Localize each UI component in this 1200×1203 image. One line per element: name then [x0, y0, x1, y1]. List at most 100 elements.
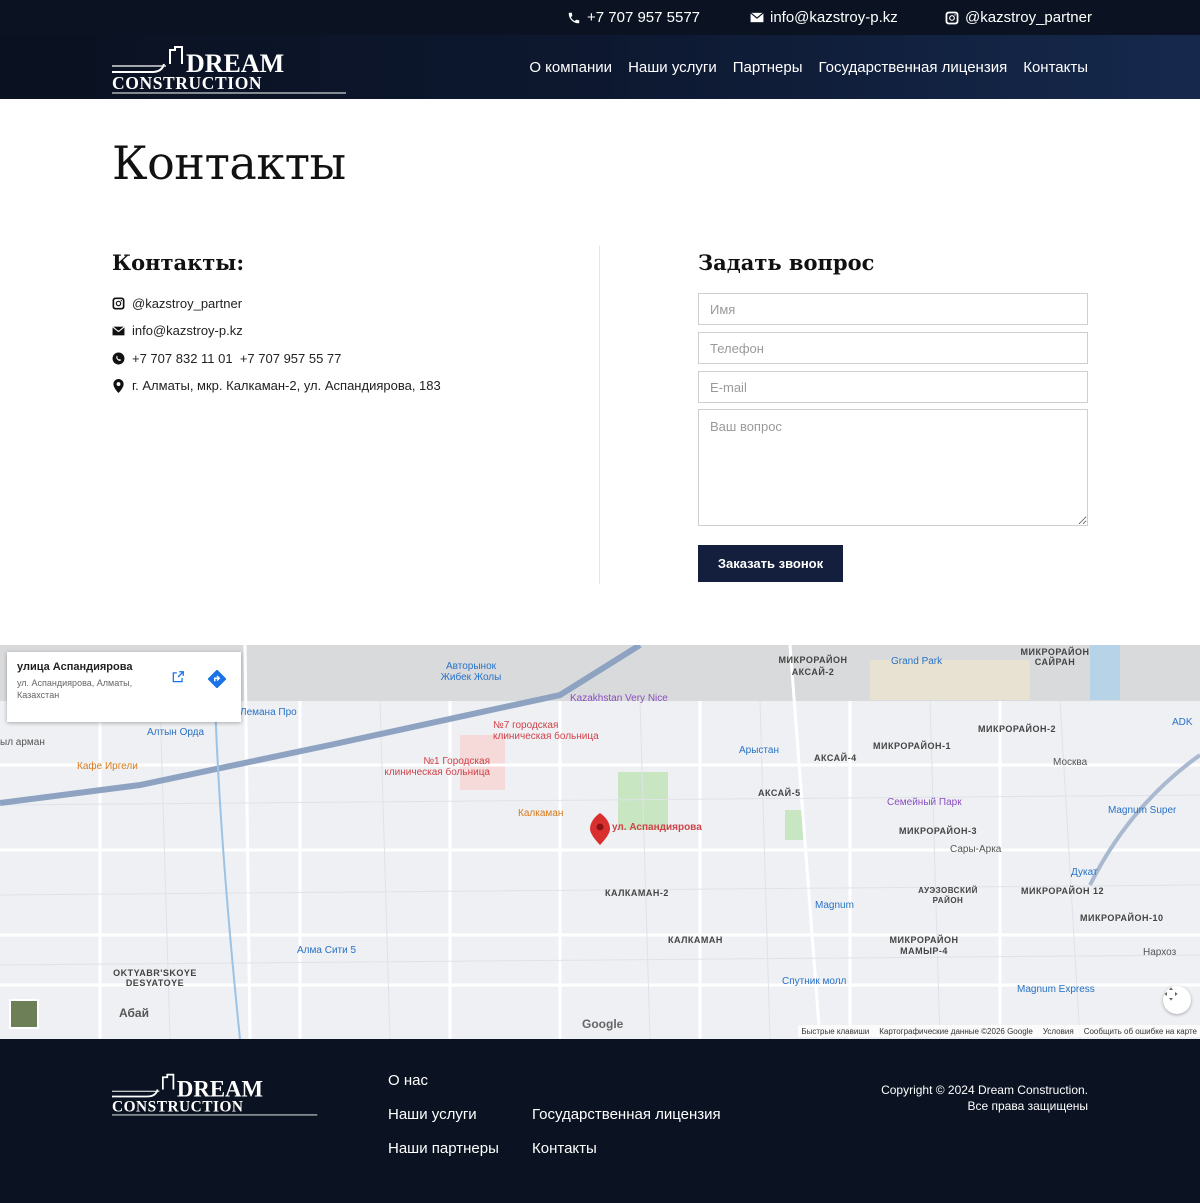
topbar-phone[interactable]: +7 707 957 5577	[566, 0, 700, 35]
name-input[interactable]	[698, 293, 1088, 325]
map-label: Magnum Super	[1108, 805, 1177, 816]
map-label: МИКРОРАЙОН 12	[1021, 886, 1105, 896]
footer-link-license[interactable]: Государственная лицензия	[532, 1106, 721, 1123]
phone-input[interactable]	[698, 332, 1088, 364]
logo-text-construction: CONSTRUCTION	[112, 73, 262, 93]
map-label: АКСАЙ-5	[758, 788, 801, 798]
column-divider	[599, 246, 600, 584]
topbar-phone-text: +7 707 957 5577	[587, 9, 701, 26]
map-pin-label: ул. Аспандиярова	[612, 822, 702, 833]
question-textarea[interactable]	[698, 409, 1088, 526]
map-label: АКСАЙ-4	[814, 753, 857, 763]
map-label: ADK	[1172, 717, 1193, 728]
contact-instagram-text: @kazstroy_partner	[132, 296, 243, 312]
map-label: Лемана Про	[240, 707, 297, 718]
footer-logo[interactable]: DREAM CONSTRUCTION	[112, 1070, 319, 1116]
question-form-heading: Задать вопрос	[698, 250, 875, 275]
nav-license[interactable]: Государственная лицензия	[819, 59, 1008, 76]
contact-email[interactable]: info@kazstroy-p.kz	[112, 317, 441, 344]
footer-link-about[interactable]: О нас	[388, 1072, 428, 1089]
map-label: Kazakhstan Very Nice	[570, 693, 668, 704]
contact-phones[interactable]: +7 707 832 11 01 +7 707 957 55 77	[112, 345, 441, 372]
main-nav: О компании Наши услуги Партнеры Государс…	[529, 35, 1088, 99]
footer-link-contacts[interactable]: Контакты	[532, 1140, 597, 1157]
site-header: DREAM CONSTRUCTION О компании Наши услуг…	[0, 35, 1200, 99]
footer-link-partners[interactable]: Наши партнеры	[388, 1140, 499, 1157]
map-label: Авторынок Жибек Жолы	[440, 661, 502, 683]
map-shortcuts-link[interactable]: Быстрые клавиши	[801, 1027, 869, 1036]
topbar-instagram[interactable]: @kazstroy_partner	[944, 0, 1092, 35]
map-label: Grand Park	[891, 656, 943, 667]
contact-email-text: info@kazstroy-p.kz	[132, 323, 243, 339]
nav-partners[interactable]: Партнеры	[733, 59, 803, 76]
map-attribution-bar: Быстрые клавиши Картографические данные …	[798, 1025, 1200, 1037]
map-label: Нархоз	[1143, 947, 1177, 958]
map-label: Сары-Арка	[950, 844, 1002, 855]
copyright: Copyright © 2024 Dream Construction. Все…	[881, 1082, 1088, 1114]
topbar-instagram-text: @kazstroy_partner	[965, 9, 1092, 26]
map-label: Абай	[119, 1006, 149, 1020]
map-terms-link[interactable]: Условия	[1043, 1027, 1074, 1036]
nav-contacts[interactable]: Контакты	[1023, 59, 1088, 76]
map-label: МИКРОРАЙОН МАМЫР-4	[889, 935, 959, 956]
map-label: Арыстан	[739, 745, 779, 756]
dream-construction-logo[interactable]: DREAM CONSTRUCTION	[112, 42, 348, 94]
contact-instagram[interactable]: @kazstroy_partner	[112, 290, 441, 317]
satellite-toggle[interactable]	[9, 999, 39, 1029]
topbar-email[interactable]: info@kazstroy-p.kz	[749, 0, 898, 35]
order-call-button[interactable]: Заказать звонок	[698, 545, 843, 582]
map-card-subtitle: ул. Аспандиярова, Алматы, Казахстан	[17, 678, 133, 700]
map-place-card[interactable]: улица Аспандиярова ул. Аспандиярова, Алм…	[7, 652, 241, 722]
map-label: Москва	[1053, 757, 1088, 768]
contact-address: г. Алматы, мкр. Калкаман-2, ул. Аспандия…	[112, 372, 441, 399]
map-label: МИКРОРАЙОН-3	[899, 826, 978, 836]
map-label: КАЛКАМАН-2	[605, 888, 669, 898]
instagram-icon	[944, 10, 959, 25]
map-label: Алма Сити 5	[297, 945, 357, 956]
map-label: Спутник молл	[782, 976, 847, 987]
google-map[interactable]: ул. Аспандиярова МИКРОРАЙОН АКСАЙ-2 МИКР…	[0, 645, 1200, 1039]
map-label: Magnum	[815, 900, 854, 911]
google-logo: Google	[582, 1017, 624, 1031]
camera-control-icon[interactable]	[1163, 986, 1191, 1014]
contact-address-text: г. Алматы, мкр. Калкаман-2, ул. Аспандия…	[132, 378, 441, 394]
contacts-heading: Контакты:	[112, 250, 245, 275]
envelope-icon	[749, 10, 764, 25]
map-label: МИКРОРАЙОН-2	[978, 724, 1057, 734]
copyright-line-2: Все права защищены	[967, 1099, 1088, 1113]
map-label: МИКРОРАЙОН-10	[1080, 913, 1164, 923]
map-report-link[interactable]: Сообщить об ошибке на карте	[1084, 1027, 1197, 1036]
open-in-maps-icon[interactable]	[171, 670, 191, 690]
map-label: МИКРОРАЙОН-1	[873, 741, 952, 751]
map-label: АУЭЗОВСКИЙ РАЙОН	[918, 886, 978, 905]
copyright-line-1: Copyright © 2024 Dream Construction.	[881, 1083, 1088, 1097]
directions-icon[interactable]	[208, 670, 228, 690]
whatsapp-icon	[112, 352, 125, 365]
topbar-email-text: info@kazstroy-p.kz	[770, 9, 898, 26]
map-label: МИКРОРАЙОН САЙРАН	[1020, 647, 1090, 667]
map-label: Кафе Иргели	[77, 761, 138, 772]
map-data-attribution: Картографические данные ©2026 Google	[879, 1026, 1033, 1036]
map-card-title: улица Аспандиярова	[17, 661, 133, 673]
map-label: МИКРОРАЙОН АКСАЙ-2	[778, 655, 848, 677]
contact-list: @kazstroy_partner info@kazstroy-p.kz +7 …	[112, 290, 441, 399]
map-label: КАЛКАМАН	[668, 935, 723, 945]
map-label: Дукат	[1071, 867, 1098, 878]
footer-link-services[interactable]: Наши услуги	[388, 1106, 477, 1123]
nav-about[interactable]: О компании	[529, 59, 612, 76]
map-label: OKTYABR'SKOYE DESYATOYE	[113, 968, 197, 988]
footer-logo-text-construction: CONSTRUCTION	[112, 1098, 244, 1115]
contact-phones-text: +7 707 832 11 01 +7 707 957 55 77	[132, 350, 342, 366]
map-label: Magnum Express	[1017, 984, 1095, 995]
map-label: №1 Городская клиническая больница	[384, 756, 490, 778]
map-label: ыл арман	[0, 737, 45, 748]
site-footer: DREAM CONSTRUCTION О нас Наши услуги Наш…	[0, 1039, 1200, 1203]
page-title: Контакты	[112, 136, 346, 190]
email-input[interactable]	[698, 371, 1088, 403]
map-label: Семейный Парк	[887, 797, 962, 808]
map-label: Алтын Орда	[147, 727, 205, 738]
nav-services[interactable]: Наши услуги	[628, 59, 717, 76]
top-contact-bar: +7 707 957 5577 info@kazstroy-p.kz @kazs…	[0, 0, 1200, 35]
location-pin-icon	[112, 378, 125, 393]
phone-icon	[566, 10, 581, 25]
